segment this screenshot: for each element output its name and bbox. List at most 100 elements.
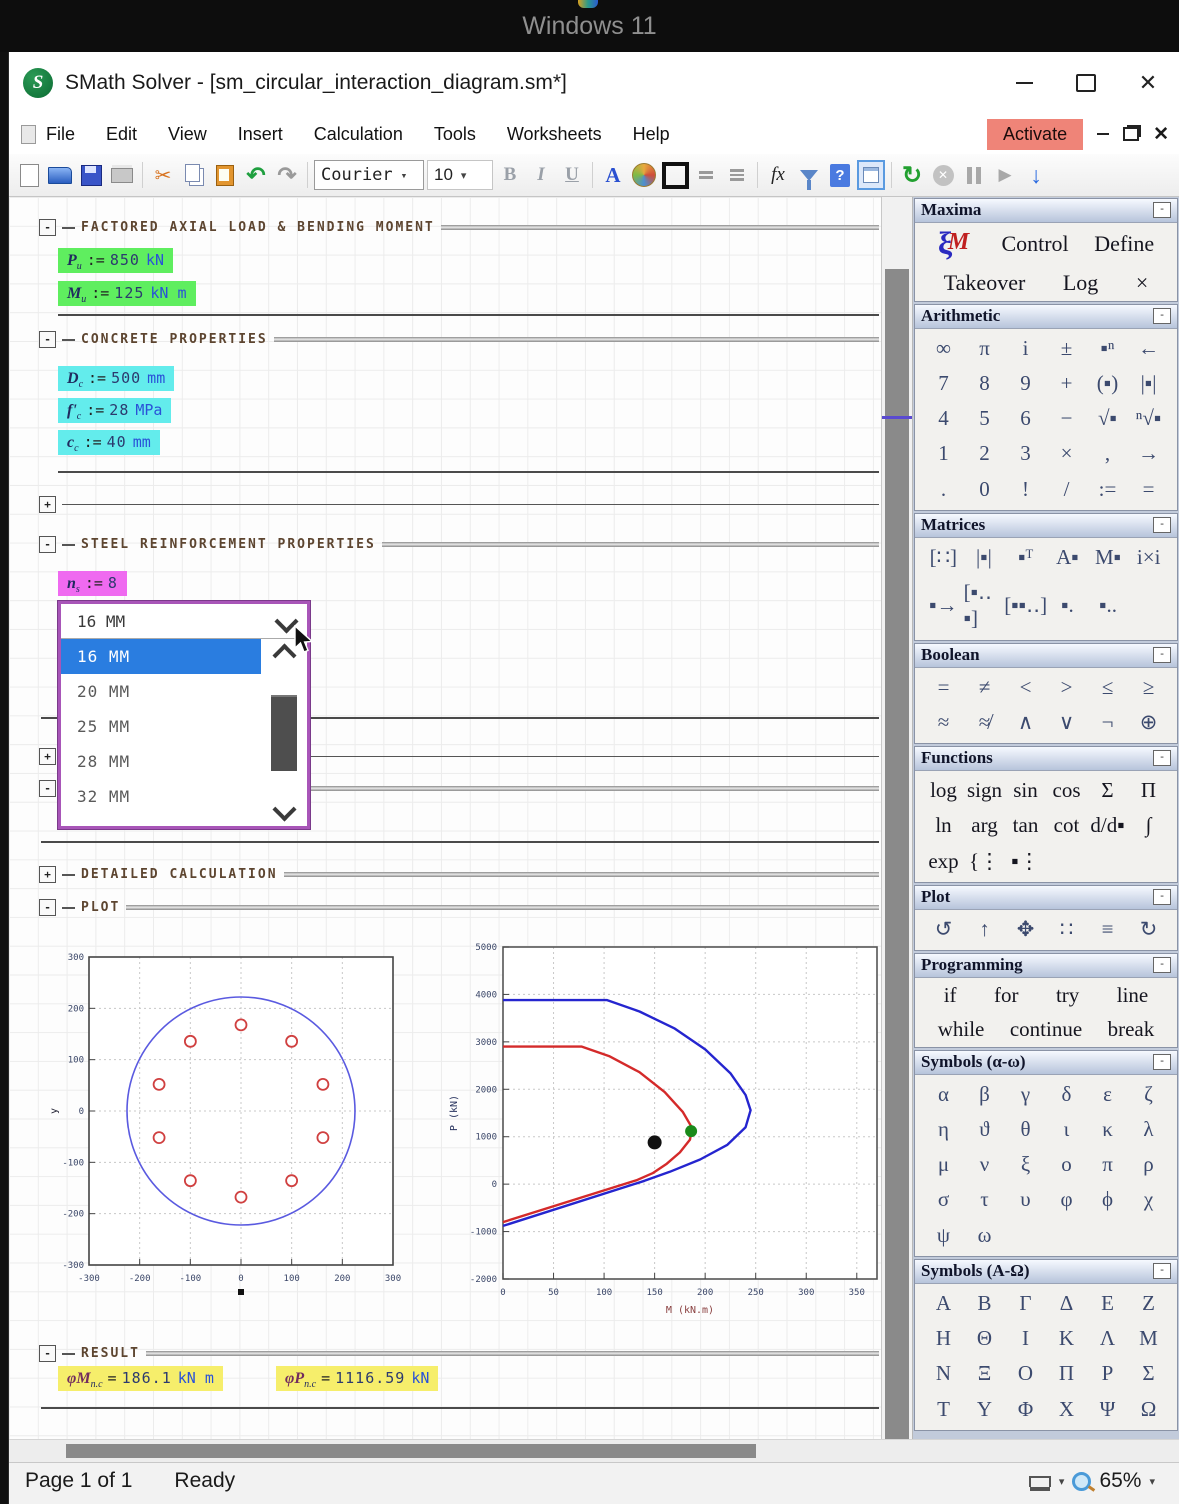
- palette-item[interactable]: I: [1022, 1325, 1029, 1351]
- palette-item[interactable]: try: [1056, 982, 1079, 1008]
- menu-view[interactable]: View: [168, 124, 207, 145]
- palette-item[interactable]: Δ: [1060, 1290, 1074, 1316]
- help-book-button[interactable]: ?: [826, 161, 854, 189]
- magnifier-icon[interactable]: [1072, 1472, 1091, 1491]
- palette-item[interactable]: i: [1023, 335, 1029, 361]
- input-Mu[interactable]: Mu := 125 kN m: [58, 281, 196, 306]
- run-button[interactable]: ▶: [991, 161, 1019, 189]
- palette-item[interactable]: λ: [1143, 1116, 1153, 1142]
- palette-item[interactable]: ∫: [1146, 812, 1152, 838]
- maxima-close-button[interactable]: ×: [1136, 269, 1148, 297]
- palette-item[interactable]: ▪..: [1099, 592, 1117, 618]
- print-button[interactable]: [108, 161, 136, 189]
- palette-item[interactable]: if: [944, 982, 957, 1008]
- font-color-button[interactable]: A: [599, 161, 627, 189]
- palette-item[interactable]: [▪‥▪]: [964, 579, 1005, 632]
- palette-item[interactable]: Γ: [1019, 1290, 1031, 1316]
- palette-item[interactable]: ⊕: [1140, 709, 1158, 735]
- palette-item[interactable]: Z: [1142, 1290, 1155, 1316]
- palette-item[interactable]: ±: [1061, 335, 1073, 361]
- collapse-button[interactable]: -: [39, 331, 56, 348]
- mdi-close-icon[interactable]: ✕: [1153, 123, 1169, 146]
- print-preview-icon[interactable]: [1029, 1476, 1051, 1487]
- horizontal-scrollbar[interactable]: [9, 1439, 1179, 1462]
- collapse-button[interactable]: -: [1153, 308, 1171, 324]
- recalculate-button[interactable]: ↻: [898, 161, 926, 189]
- bar-size-dropdown[interactable]: 16 MM 16 MM20 MM25 MM28 MM32 MM: [58, 601, 310, 829]
- palette-item[interactable]: for: [994, 982, 1019, 1008]
- interaction-diagram-plot[interactable]: 050100150200250300350-2000-1000010002000…: [443, 935, 882, 1322]
- palette-item[interactable]: ≤: [1102, 674, 1114, 700]
- input-Pu[interactable]: Pu := 850 kN: [58, 248, 173, 273]
- palette-item[interactable]: Π: [1059, 1360, 1074, 1386]
- dropdown-scrollbar[interactable]: [261, 639, 307, 826]
- palette-item[interactable]: ο: [1061, 1151, 1072, 1177]
- palette-item[interactable]: sign: [967, 777, 1002, 803]
- dropdown-option[interactable]: 28 MM: [61, 744, 261, 779]
- palette-item[interactable]: Π: [1141, 777, 1156, 803]
- font-family-select[interactable]: Courier ▾: [314, 160, 424, 190]
- palette-item[interactable]: 0: [979, 476, 990, 502]
- palette-item[interactable]: μ: [938, 1151, 949, 1177]
- palette-item[interactable]: cot: [1054, 812, 1080, 838]
- palette-item[interactable]: χ: [1144, 1186, 1153, 1212]
- scrollbar-thumb[interactable]: [271, 695, 297, 771]
- palette-item[interactable]: ¬: [1102, 709, 1114, 735]
- collapse-button[interactable]: -: [1153, 957, 1171, 973]
- maximize-button[interactable]: [1055, 61, 1117, 105]
- palette-item[interactable]: ▪ᵀ: [1018, 544, 1033, 570]
- palette-item[interactable]: η: [938, 1116, 949, 1142]
- paste-button[interactable]: [211, 161, 239, 189]
- collapse-button[interactable]: -: [1153, 517, 1171, 533]
- insert-function-button[interactable]: fx: [764, 161, 792, 189]
- palette-item[interactable]: ϑ: [979, 1116, 989, 1142]
- move-icon[interactable]: ✥: [1017, 916, 1035, 942]
- input-cc[interactable]: cc := 40 mm: [58, 430, 160, 455]
- interrupt-button[interactable]: ✕: [929, 161, 957, 189]
- scrollbar-thumb[interactable]: [885, 269, 909, 1445]
- palette-item[interactable]: Y: [977, 1396, 992, 1422]
- dropdown-option[interactable]: 16 MM: [61, 639, 261, 674]
- palette-item[interactable]: ≈: [938, 709, 950, 735]
- palette-item[interactable]: <: [1020, 674, 1032, 700]
- collapse-button[interactable]: -: [1153, 889, 1171, 905]
- palette-item[interactable]: ≥: [1143, 674, 1155, 700]
- expand-button[interactable]: +: [39, 866, 56, 883]
- palette-item[interactable]: /: [1064, 476, 1070, 502]
- palette-item[interactable]: 6: [1020, 405, 1031, 431]
- palette-item[interactable]: Σ: [1142, 1360, 1154, 1386]
- lines-mode-icon[interactable]: ≡: [1102, 916, 1114, 942]
- pause-button[interactable]: [960, 161, 988, 189]
- palette-item[interactable]: M▪: [1095, 544, 1121, 570]
- palette-item[interactable]: :=: [1099, 476, 1117, 502]
- palette-item[interactable]: ψ: [937, 1222, 950, 1248]
- menu-tools[interactable]: Tools: [434, 124, 476, 145]
- palette-item[interactable]: K: [1059, 1325, 1074, 1351]
- palette-item[interactable]: ι: [1064, 1116, 1070, 1142]
- palette-item[interactable]: sin: [1013, 777, 1038, 803]
- redo-button[interactable]: ↷: [273, 161, 301, 189]
- menu-file[interactable]: File: [46, 124, 75, 145]
- palette-item[interactable]: A▪: [1056, 544, 1079, 570]
- palette-item[interactable]: √▪: [1098, 405, 1117, 431]
- palette-item[interactable]: !: [1022, 476, 1029, 502]
- palette-item[interactable]: B: [977, 1290, 991, 1316]
- palette-item[interactable]: ∞: [936, 335, 951, 361]
- chevron-down-icon[interactable]: ▾: [1059, 1475, 1065, 1488]
- save-button[interactable]: [77, 161, 105, 189]
- vertical-scrollbar[interactable]: [882, 197, 913, 1439]
- new-document-button[interactable]: [15, 161, 43, 189]
- result-Pn[interactable]: φPn.c = 1116.59 kN: [276, 1366, 438, 1391]
- align-vertical-button[interactable]: [723, 161, 751, 189]
- menu-insert[interactable]: Insert: [238, 124, 283, 145]
- palette-item[interactable]: φ: [1060, 1186, 1072, 1212]
- palette-item[interactable]: 8: [979, 370, 990, 396]
- palette-item[interactable]: π: [979, 335, 990, 361]
- palette-item[interactable]: ≠: [979, 674, 991, 700]
- palette-item[interactable]: H: [936, 1325, 951, 1351]
- palette-item[interactable]: O: [1018, 1360, 1033, 1386]
- palette-item[interactable]: (▪): [1097, 370, 1118, 396]
- refresh-plot-icon[interactable]: ↻: [1140, 916, 1158, 942]
- palette-item[interactable]: tan: [1013, 812, 1039, 838]
- palette-item[interactable]: [∷]: [930, 544, 957, 570]
